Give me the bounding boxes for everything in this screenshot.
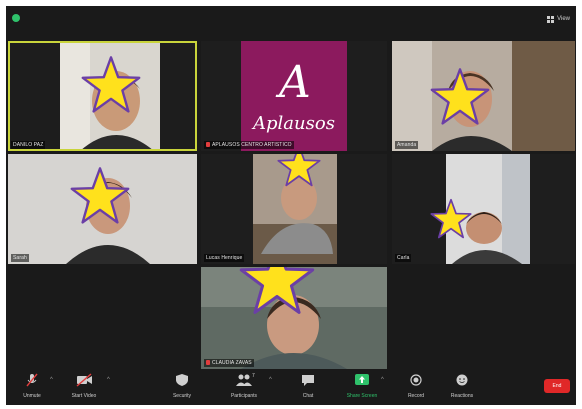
participant-name: CLAUDIA ZAVAS — [204, 359, 254, 367]
participant-name: APLAUSOS CENTRO ARTISTICO — [204, 141, 294, 149]
participant-name: Carla — [395, 254, 412, 262]
chat-button[interactable]: Chat — [286, 373, 330, 399]
view-label: View — [557, 16, 570, 22]
record-icon — [410, 374, 422, 386]
security-button[interactable]: Security — [160, 373, 204, 399]
video-feed-lucas — [253, 154, 337, 264]
participants-icon — [236, 374, 252, 386]
reactions-icon — [456, 374, 468, 386]
video-tile-carla[interactable]: Carla — [392, 154, 575, 264]
chevron-up-icon[interactable]: ^ — [269, 377, 272, 383]
meeting-toolbar: Unmute ^ Start Video ^ Security 7 Partic… — [6, 369, 576, 405]
video-feed-carla — [446, 154, 530, 264]
participants-button[interactable]: 7 Participants — [222, 373, 266, 399]
video-tile-claudia[interactable]: CLAUDIA ZAVAS — [201, 267, 387, 369]
participant-name: Lucas Henrique — [204, 254, 245, 262]
video-tile-sarah[interactable]: Sarah — [8, 154, 197, 264]
video-feed-sarah — [8, 154, 197, 264]
participant-name: DANILO PAZ — [11, 141, 46, 149]
share-screen-button[interactable]: Share Screen — [340, 373, 384, 399]
security-icon — [176, 374, 188, 386]
video-tile-aplausos[interactable]: A Aplausos APLAUSOS CENTRO ARTISTICO — [201, 41, 387, 151]
chevron-up-icon[interactable]: ^ — [381, 377, 384, 383]
end-button[interactable]: End — [544, 379, 570, 393]
mic-muted-icon — [26, 373, 38, 387]
chevron-up-icon[interactable]: ^ — [50, 377, 53, 383]
grid-view-icon — [547, 15, 555, 23]
start-video-button[interactable]: Start Video — [62, 373, 106, 399]
share-screen-icon — [355, 374, 369, 385]
video-feed-claudia — [201, 267, 387, 369]
unmute-button[interactable]: Unmute — [10, 373, 54, 399]
chat-icon — [302, 375, 314, 386]
video-tile-amanda[interactable]: Amanda — [392, 41, 575, 151]
video-off-icon — [76, 373, 92, 387]
video-feed-amanda — [392, 41, 575, 151]
chevron-up-icon[interactable]: ^ — [107, 377, 110, 383]
reactions-button[interactable]: Reactions — [440, 373, 484, 399]
logo-text: Aplausos — [253, 113, 335, 134]
participant-name: Amanda — [395, 141, 419, 149]
video-tile-danilo[interactable]: DANILO PAZ — [8, 41, 197, 151]
video-tile-lucas[interactable]: Lucas Henrique — [201, 154, 387, 264]
record-button[interactable]: Record — [394, 373, 438, 399]
top-bar: View — [6, 6, 576, 32]
logo-letter: A — [279, 57, 311, 108]
zoom-meeting-window: View DANILO PAZ A Aplausos APLAUSOS CENT… — [6, 6, 576, 405]
mic-muted-icon — [206, 142, 210, 147]
shield-icon[interactable] — [12, 14, 20, 22]
mic-muted-icon — [206, 360, 210, 365]
participant-name: Sarah — [11, 254, 29, 262]
video-feed-danilo — [60, 41, 160, 151]
view-button[interactable]: View — [547, 14, 570, 24]
participants-count: 7 — [252, 373, 255, 379]
